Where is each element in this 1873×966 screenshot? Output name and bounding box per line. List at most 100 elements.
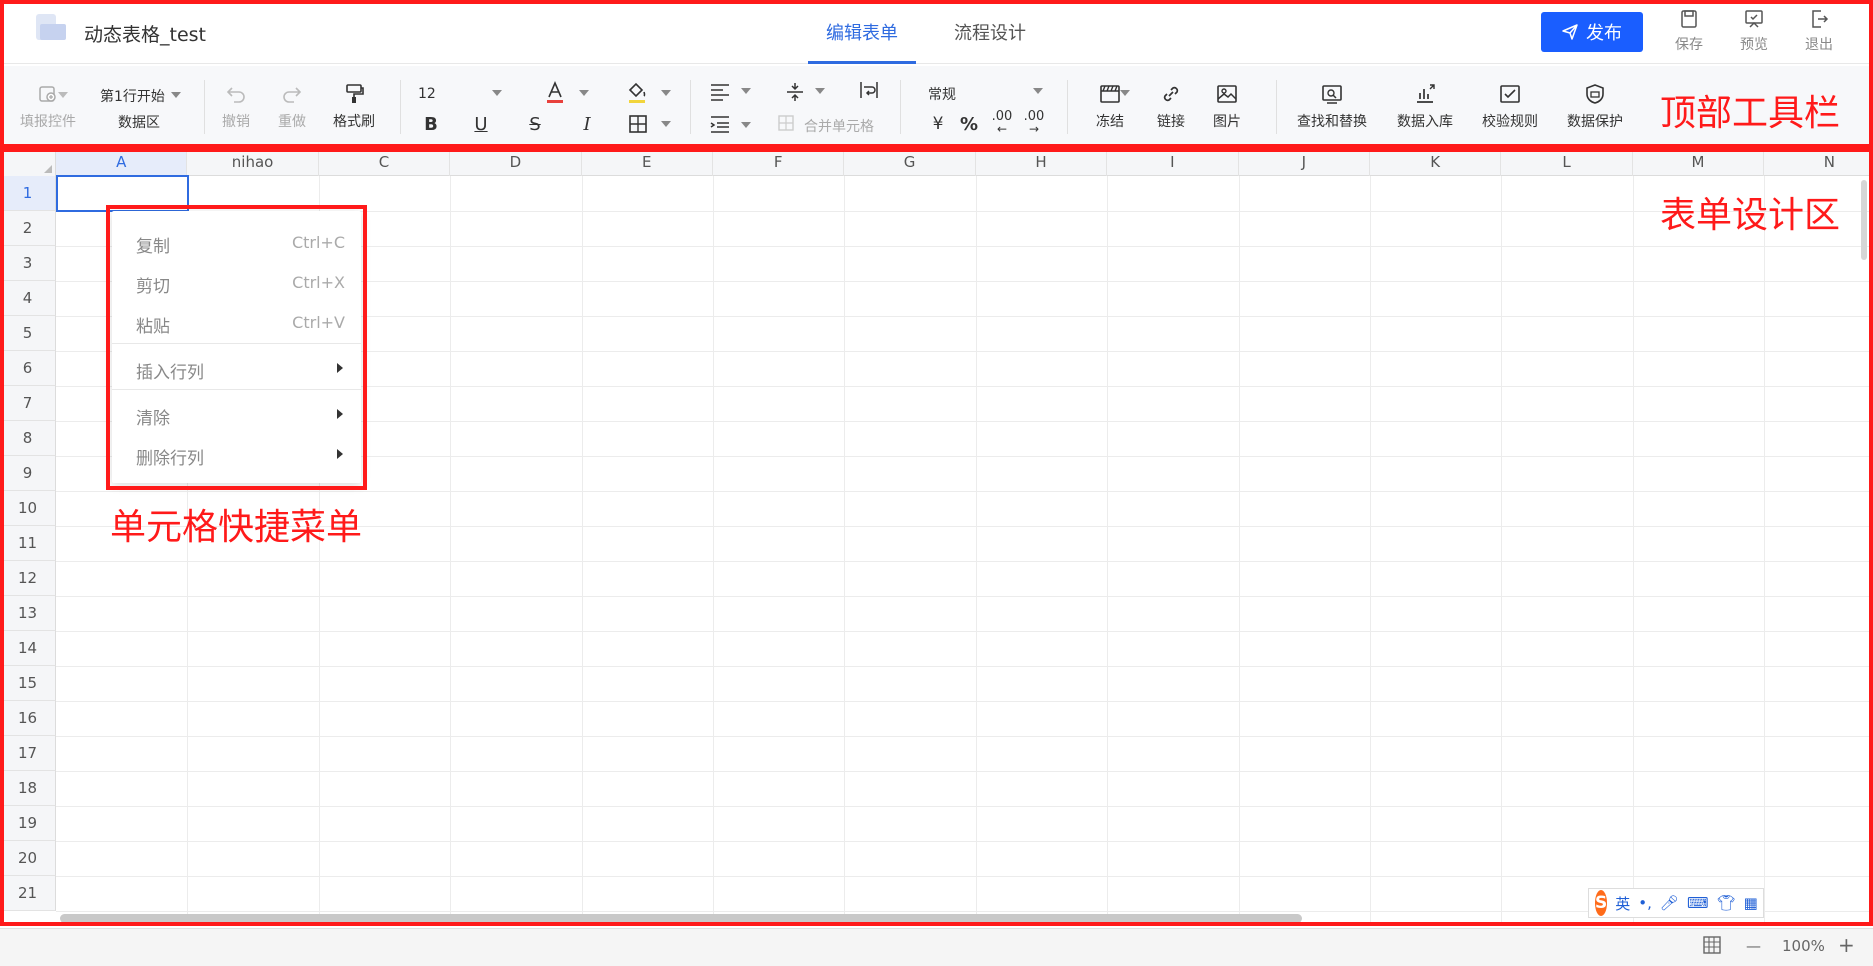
merge-cells-button[interactable]: 合并单元格 — [804, 116, 874, 136]
column-header[interactable]: L — [1501, 148, 1633, 176]
data-protection-button[interactable]: 数据保护 — [1567, 82, 1623, 131]
undo-button[interactable]: 撤销 — [222, 82, 250, 131]
row-header[interactable]: 11 — [0, 526, 56, 561]
menu-item-cut[interactable]: 剪切 Ctrl+X — [112, 263, 361, 301]
currency-button[interactable]: ¥ — [928, 112, 948, 136]
column-header[interactable]: I — [1107, 148, 1239, 176]
menu-item-copy[interactable]: 复制 Ctrl+C — [112, 223, 361, 261]
fill-color-caret-icon[interactable] — [661, 90, 671, 96]
font-size-select[interactable]: 12 — [418, 86, 436, 102]
horizontal-scrollbar[interactable] — [60, 914, 1302, 923]
column-header[interactable]: F — [713, 148, 845, 176]
align-caret-icon[interactable] — [741, 88, 751, 94]
microphone-icon[interactable]: 🎤︎ — [1660, 894, 1679, 912]
row-header[interactable]: 18 — [0, 771, 56, 806]
underline-button[interactable]: U — [470, 112, 492, 136]
column-header[interactable]: N — [1764, 148, 1873, 176]
selected-cell-A1[interactable] — [56, 175, 189, 212]
exit-button[interactable]: 退出 — [1795, 8, 1843, 56]
border-caret-icon[interactable] — [661, 121, 671, 127]
redo-button[interactable]: 重做 — [278, 82, 306, 131]
percent-button[interactable]: % — [958, 112, 980, 136]
preview-button[interactable]: 预览 — [1730, 8, 1778, 56]
row-header[interactable]: 4 — [0, 281, 56, 316]
keyboard-icon[interactable]: ⌨ — [1687, 894, 1709, 912]
number-format-select[interactable]: 常规 — [928, 84, 956, 104]
row-header[interactable]: 7 — [0, 386, 56, 421]
bold-button[interactable]: B — [420, 112, 442, 136]
row-header[interactable]: 16 — [0, 701, 56, 736]
publish-button[interactable]: 发布 — [1541, 12, 1643, 52]
row-header[interactable]: 21 — [0, 876, 56, 911]
border-button[interactable] — [627, 112, 649, 136]
font-size-caret-icon[interactable] — [492, 90, 502, 96]
text-wrap-button[interactable] — [857, 78, 881, 102]
image-button[interactable]: 图片 — [1213, 82, 1241, 131]
find-replace-button[interactable]: 查找和替换 — [1297, 82, 1367, 131]
menu-item-clear[interactable]: 清除 — [112, 395, 361, 433]
column-header[interactable]: K — [1370, 148, 1502, 176]
column-header[interactable]: nihao — [187, 148, 319, 176]
column-header[interactable]: M — [1633, 148, 1765, 176]
vertical-align-button[interactable] — [783, 80, 807, 104]
fill-color-button[interactable] — [625, 80, 649, 106]
data-import-button[interactable]: 数据入库 — [1397, 82, 1453, 131]
save-button[interactable]: 保存 — [1665, 8, 1713, 56]
column-header[interactable]: J — [1239, 148, 1370, 176]
row-header[interactable]: 17 — [0, 736, 56, 771]
punctuation-icon[interactable]: •, — [1638, 894, 1652, 912]
row-header[interactable]: 2 — [0, 211, 56, 246]
column-header[interactable]: A — [56, 148, 188, 176]
menu-item-delete-row-col[interactable]: 删除行列 — [112, 435, 361, 473]
font-color-caret-icon[interactable] — [579, 90, 589, 96]
zoom-in-button[interactable]: + — [1838, 933, 1855, 957]
vertical-align-caret-icon[interactable] — [815, 88, 825, 94]
sheet-grid-icon[interactable] — [1702, 935, 1722, 959]
start-row-caret-icon[interactable] — [171, 92, 181, 98]
menu-item-paste[interactable]: 粘贴 Ctrl+V — [112, 303, 361, 341]
grid-menu-icon[interactable]: ▦ — [1744, 894, 1758, 912]
increase-decimal-button[interactable]: .00 ← — [988, 110, 1016, 136]
row-header[interactable]: 8 — [0, 421, 56, 456]
freeze-caret-icon[interactable] — [1120, 90, 1130, 96]
font-color-button[interactable] — [543, 80, 567, 106]
row-header[interactable]: 5 — [0, 316, 56, 351]
strikethrough-button[interactable]: S — [524, 112, 546, 136]
row-header[interactable]: 10 — [0, 491, 56, 526]
fill-control-caret-icon[interactable] — [58, 92, 68, 98]
fill-control-button[interactable]: 填报控件 — [20, 82, 76, 131]
row-header[interactable]: 6 — [0, 351, 56, 386]
align-button[interactable] — [708, 80, 732, 104]
select-all-corner[interactable] — [0, 148, 56, 176]
row-header[interactable]: 20 — [0, 841, 56, 876]
vertical-scrollbar[interactable] — [1861, 180, 1867, 260]
number-format-caret-icon[interactable] — [1033, 88, 1043, 94]
link-button[interactable]: 链接 — [1157, 82, 1185, 131]
column-header[interactable]: H — [976, 148, 1108, 176]
menu-item-insert-row-col[interactable]: 插入行列 — [112, 349, 361, 387]
row-header[interactable]: 19 — [0, 806, 56, 841]
indent-button[interactable] — [708, 112, 732, 136]
skin-icon[interactable]: 👕︎ — [1717, 894, 1736, 912]
row-header[interactable]: 1 — [0, 176, 56, 211]
tab-edit-form[interactable]: 编辑表单 — [808, 0, 916, 64]
italic-button[interactable]: I — [576, 112, 598, 136]
column-header[interactable]: E — [582, 148, 713, 176]
zoom-out-button[interactable]: — — [1746, 937, 1761, 955]
indent-caret-icon[interactable] — [741, 122, 751, 128]
row-header[interactable]: 14 — [0, 631, 56, 666]
start-row-select[interactable]: 第1行开始 — [100, 86, 165, 106]
row-header[interactable]: 13 — [0, 596, 56, 631]
row-header[interactable]: 12 — [0, 561, 56, 596]
column-header[interactable]: C — [319, 148, 451, 176]
tab-flow-design[interactable]: 流程设计 — [936, 0, 1044, 64]
row-header[interactable]: 3 — [0, 246, 56, 281]
format-painter-button[interactable]: 格式刷 — [333, 82, 375, 131]
validation-rules-button[interactable]: 校验规则 — [1482, 82, 1538, 131]
row-header[interactable]: 9 — [0, 456, 56, 491]
ime-language-toggle[interactable]: 英 — [1615, 893, 1630, 914]
column-header[interactable]: D — [450, 148, 582, 176]
decrease-decimal-button[interactable]: .00 → — [1020, 110, 1048, 136]
column-header[interactable]: G — [844, 148, 976, 176]
row-header[interactable]: 15 — [0, 666, 56, 701]
